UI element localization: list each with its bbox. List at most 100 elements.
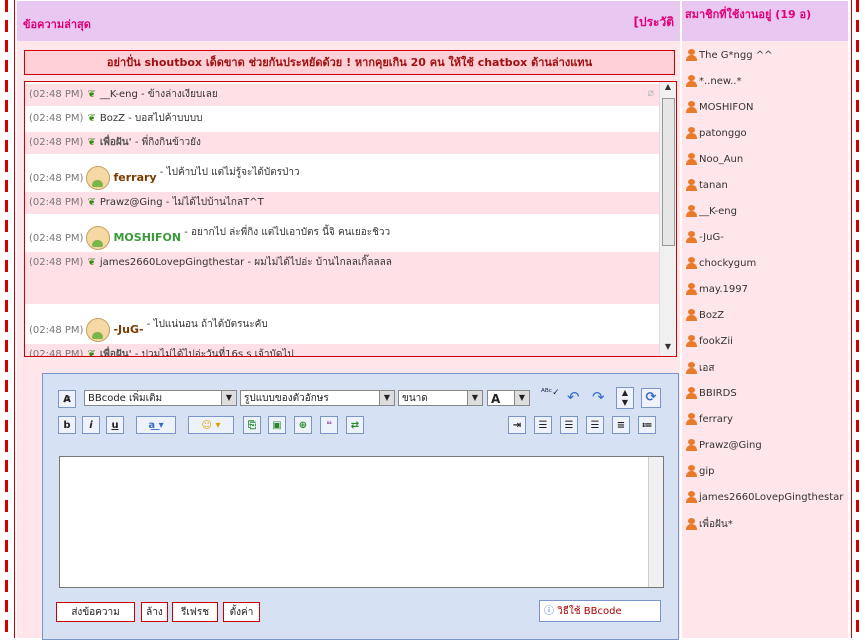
user-icon: [686, 309, 697, 321]
textarea-scrollbar[interactable]: [648, 457, 663, 587]
message-user[interactable]: เพื่อฝัน': [100, 349, 132, 356]
align-right-icon[interactable]: ☰: [586, 416, 604, 434]
scroll-down-arrow-icon[interactable]: ▼: [660, 342, 676, 356]
font-color-dropdown[interactable]: a͟ ▾: [136, 416, 176, 434]
clear-button[interactable]: ล้าง: [141, 602, 168, 622]
member-item[interactable]: ferrary: [686, 413, 733, 425]
member-item[interactable]: may.1997: [686, 283, 748, 295]
message-user[interactable]: Prawz@Ging: [100, 197, 163, 208]
message-text: - ไม่ได้ไปบ้านไกลT^T: [165, 197, 264, 208]
smiley-dropdown-icon[interactable]: ☺ ▾: [188, 416, 234, 434]
member-name: Prawz@Ging: [699, 440, 762, 451]
member-name: ferrary: [699, 414, 733, 425]
message-user[interactable]: ferrary: [113, 171, 156, 184]
spellcheck-icon[interactable]: ᴬᴮᶜ✓: [541, 388, 560, 398]
message-time: (02:48 PM): [29, 197, 84, 208]
italic-button[interactable]: i: [82, 416, 100, 434]
bbcode-select[interactable]: BBcode เพิ่มเติม ▼: [84, 390, 237, 406]
message-user[interactable]: james2660LovepGingthestar: [100, 257, 244, 268]
message-user[interactable]: __K-eng: [100, 89, 138, 100]
member-name: BozZ: [699, 310, 725, 321]
member-name: gip: [699, 466, 715, 477]
resize-icon[interactable]: ▲ ▼: [616, 387, 634, 409]
member-item[interactable]: fookZii: [686, 335, 733, 347]
user-icon: [686, 231, 697, 243]
member-name: chockygum: [699, 258, 757, 269]
member-item[interactable]: BozZ: [686, 309, 724, 321]
member-item[interactable]: BBIRDS: [686, 387, 737, 399]
message-time: (02:48 PM): [29, 113, 84, 124]
send-button[interactable]: ส่งข้อความ: [56, 602, 135, 622]
member-name: fookZii: [699, 336, 733, 347]
insert-image-icon[interactable]: ▣: [268, 416, 286, 434]
user-icon: [686, 413, 697, 425]
size-select[interactable]: ขนาด ▼: [398, 390, 483, 406]
member-name: may.1997: [699, 284, 748, 295]
user-icon: [686, 362, 697, 374]
member-item[interactable]: tanan: [686, 179, 728, 191]
member-item[interactable]: __K-eng: [686, 205, 737, 217]
message-text: - ปวมไม่ได้ไปอ่ะวันที่16s s เจ้าบัดไป: [134, 349, 294, 357]
align-left-icon[interactable]: ☰: [534, 416, 552, 434]
user-icon: [686, 101, 697, 113]
underline-button[interactable]: u: [106, 416, 124, 434]
font-select[interactable]: รูปแบบของตัวอักษร ▼: [240, 390, 395, 406]
message-text: - ไปค้าบไป แต่ไม่รู้จะได้บัตรป่าว: [159, 167, 300, 178]
member-item[interactable]: เพื่อฝัน*: [686, 517, 733, 532]
history-link[interactable]: [ประวัติ: [633, 13, 674, 32]
member-item[interactable]: MOSHIFON: [686, 101, 753, 113]
remove-format-icon[interactable]: A̷: [58, 390, 76, 408]
color-select[interactable]: A ▼: [487, 390, 530, 406]
message-row: (02:48 PM) -JuG- - ไปแน่นอน ถ้าได้บัตรนะค…: [25, 308, 663, 342]
member-item[interactable]: patonggo: [686, 127, 747, 139]
member-item[interactable]: gip: [686, 465, 714, 477]
bbcode-select-value: BBcode เพิ่มเติม: [88, 393, 163, 404]
member-item[interactable]: เอส: [686, 361, 715, 376]
member-name: BBIRDS: [699, 388, 737, 399]
eraser-icon[interactable]: ⌀: [647, 86, 654, 99]
member-item[interactable]: The G*ngg ^^: [686, 49, 773, 61]
message-text: - ข้างล่างเงียบเลย: [141, 89, 218, 100]
bold-button[interactable]: b: [58, 416, 76, 434]
avatar: [86, 318, 111, 342]
member-item[interactable]: Noo_Aun: [686, 153, 743, 165]
message-time: (02:48 PM): [29, 325, 84, 336]
scroll-up-arrow-icon[interactable]: ▲: [660, 82, 676, 96]
scroll-thumb[interactable]: [662, 98, 675, 246]
message-text: - พี่กิงกินข้าวยัง: [134, 137, 201, 148]
member-item[interactable]: james2660LovepGingthestar: [686, 491, 843, 503]
redo-icon[interactable]: ↷: [592, 388, 605, 406]
refresh-icon[interactable]: ⟳: [641, 388, 661, 408]
unordered-list-icon[interactable]: ≔: [638, 416, 656, 434]
indent-icon[interactable]: ⇥: [508, 416, 526, 434]
settings-button[interactable]: ตั้งค่า: [223, 602, 260, 622]
message-user[interactable]: BozZ: [100, 113, 125, 124]
bbcode-help-button[interactable]: ⓘ วิธีใช้ BBcode: [539, 600, 661, 622]
insert-code-icon[interactable]: ⇄: [346, 416, 364, 434]
sprout-icon: ❦: [87, 257, 96, 268]
message-editor: A̷ BBcode เพิ่มเติม ▼ รูปแบบของตัวอักษร ▼ …: [42, 373, 679, 640]
message-user[interactable]: MOSHIFON: [113, 231, 181, 244]
ordered-list-icon[interactable]: ≡: [612, 416, 630, 434]
member-name: เพื่อฝัน*: [699, 519, 733, 530]
bbcode-help-label: วิธีใช้ BBcode: [557, 606, 622, 617]
refresh-button[interactable]: รีเฟรช: [172, 602, 218, 622]
insert-media-icon[interactable]: ⊕: [294, 416, 312, 434]
member-item[interactable]: *..new..*: [686, 75, 741, 87]
message-user[interactable]: -JuG-: [113, 323, 143, 336]
user-icon: [686, 153, 697, 165]
member-item[interactable]: chockygum: [686, 257, 756, 269]
member-item[interactable]: Prawz@Ging: [686, 439, 762, 451]
shoutbox-scrollbar[interactable]: ▲ ▼: [659, 82, 676, 356]
quote-icon[interactable]: ❝: [320, 416, 338, 434]
message-time: (02:48 PM): [29, 137, 84, 148]
shoutbox-messages[interactable]: (02:48 PM) ❦ __K-eng - ข้างล่างเงียบเลย (0…: [24, 81, 677, 357]
message-textarea[interactable]: [59, 456, 664, 588]
align-center-icon[interactable]: ☰: [560, 416, 578, 434]
shoutbox-title: ข้อความล่าสุด: [23, 18, 91, 31]
undo-icon[interactable]: ↶: [567, 388, 580, 406]
insert-link-icon[interactable]: ⎘: [243, 416, 261, 434]
message-user[interactable]: เพื่อฝัน': [100, 137, 132, 148]
chevron-down-icon: ▼: [514, 391, 529, 405]
member-item[interactable]: -JuG-: [686, 231, 724, 243]
